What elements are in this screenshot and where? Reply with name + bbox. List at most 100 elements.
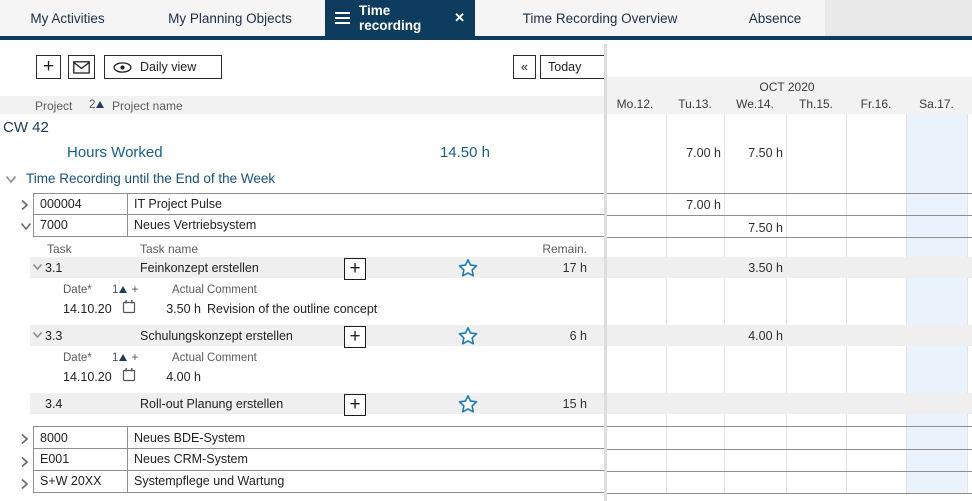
entry-actual-header: Actual (172, 284, 204, 296)
tab-label: Time recording (359, 3, 437, 33)
task-row-calendar (607, 257, 972, 278)
tabbar-filler (825, 0, 972, 36)
task-code: 3.4 (45, 397, 62, 411)
calendar-month-label: OCT 2020 (607, 80, 967, 94)
tab-my-planning-objects[interactable]: My Planning Objects (135, 0, 325, 36)
task-name: Roll-out Planung erstellen (140, 397, 283, 411)
task-day-cell: 4.00 h (726, 329, 783, 343)
chevron-right-icon[interactable] (20, 199, 29, 211)
row-border (607, 193, 972, 194)
task-remain: 17 h (520, 261, 587, 275)
task-code: 3.3 (45, 329, 62, 343)
today-label: Today (548, 60, 581, 74)
chevron-right-icon[interactable] (20, 456, 29, 468)
task-row[interactable] (30, 325, 604, 346)
add-entry-button[interactable]: + (344, 326, 366, 348)
section-label[interactable]: Time Recording until the End of the Week (26, 171, 275, 186)
row-border (607, 215, 972, 216)
favorite-star-icon[interactable] (458, 394, 478, 414)
weekend-column (906, 114, 967, 493)
hours-worked-total: 14.50 h (420, 144, 490, 161)
project-row[interactable]: 8000 Neues BDE-System (33, 426, 604, 449)
task-remain: 6 h (520, 329, 587, 343)
calendar-icon[interactable] (122, 299, 136, 314)
project-code: S+W 20XX (33, 471, 128, 492)
grid-line (724, 114, 725, 493)
week-label: CW 42 (3, 119, 49, 136)
favorite-star-icon[interactable] (458, 326, 478, 346)
add-entry-inline[interactable]: + (132, 284, 139, 296)
grid-line (666, 114, 667, 493)
tab-my-activities[interactable]: My Activities (0, 0, 135, 36)
row-border (607, 493, 972, 494)
favorite-star-icon[interactable] (458, 258, 478, 278)
day-header: Mo.12. (604, 97, 666, 111)
project-code: 8000 (33, 427, 128, 448)
task-row[interactable] (30, 393, 604, 414)
tab-label: Absence (749, 11, 802, 26)
task-code: 3.1 (45, 261, 62, 275)
project-name: Neues Vertriebsystem (128, 215, 604, 236)
chevron-down-icon[interactable] (32, 331, 43, 339)
view-mode-dropdown[interactable]: Daily view (104, 55, 222, 79)
row-border (607, 449, 972, 450)
chevron-right-icon[interactable] (20, 433, 29, 445)
sort-asc-icon (119, 354, 127, 361)
row-border (607, 471, 972, 472)
entry-comment-header: Comment (207, 352, 257, 364)
view-mode-label: Daily view (140, 60, 196, 74)
grid-line (846, 114, 847, 493)
day-header: Sa.17. (906, 97, 967, 111)
project-row[interactable]: E001 Neues CRM-System (33, 449, 604, 471)
plus-icon: + (349, 395, 360, 414)
chevron-down-icon[interactable] (32, 263, 43, 271)
task-name: Schulungskonzept erstellen (140, 329, 293, 343)
tab-absence[interactable]: Absence (725, 0, 825, 36)
task-row-calendar (607, 393, 972, 414)
project-row[interactable]: 000004 IT Project Pulse (33, 193, 604, 215)
chevron-down-icon[interactable] (5, 175, 17, 184)
add-button[interactable]: + (36, 55, 61, 79)
plus-icon: + (349, 327, 360, 346)
project-row[interactable]: 7000 Neues Vertriebsystem (33, 215, 604, 237)
add-entry-button[interactable]: + (344, 394, 366, 416)
hamburger-icon (335, 12, 350, 24)
chevron-left-double-icon: « (521, 60, 528, 74)
close-icon[interactable]: ✕ (454, 10, 465, 26)
project-row[interactable]: S+W 20XX Systempflege und Wartung (33, 471, 604, 493)
chevron-down-icon[interactable] (20, 222, 32, 231)
chevron-right-icon[interactable] (20, 478, 29, 490)
project-name: Systempflege und Wartung (128, 471, 604, 492)
task-name-column-header: Task name (140, 242, 198, 256)
grid-line (906, 114, 907, 493)
sort-asc-icon (96, 101, 104, 108)
tab-time-recording[interactable]: Time recording ✕ (325, 0, 475, 36)
day-header: Tu.13. (666, 97, 724, 111)
project-code: 000004 (33, 194, 128, 214)
eye-icon (113, 62, 132, 73)
project-name: IT Project Pulse (128, 194, 604, 214)
mail-button[interactable] (68, 55, 95, 79)
hours-worked-day-cell: 7.00 h (668, 146, 721, 160)
prev-week-button[interactable]: « (513, 55, 536, 79)
remain-column-header: Remain. (520, 242, 587, 256)
project-name: Neues BDE-System (128, 427, 604, 448)
entry-sort-indicator[interactable]: 1 + (112, 284, 138, 296)
plus-icon: + (43, 57, 54, 76)
entry-date: 14.10.20 (63, 302, 112, 316)
envelope-icon (73, 61, 90, 74)
add-entry-inline[interactable]: + (132, 352, 139, 364)
row-border (607, 426, 972, 427)
time-recording-app: My Activities My Planning Objects Time r… (0, 0, 972, 501)
entry-comment: Revision of the outline concept (207, 302, 377, 316)
sort-indicator[interactable]: 2 (89, 99, 105, 111)
add-entry-button[interactable]: + (344, 258, 366, 280)
entry-date-header: Date* (63, 284, 92, 296)
project-column-header: Project (35, 99, 72, 113)
task-row[interactable] (30, 257, 604, 278)
calendar-icon[interactable] (122, 367, 136, 382)
entry-sort-indicator[interactable]: 1 + (112, 352, 138, 364)
project-code: E001 (33, 449, 128, 470)
plus-icon: + (349, 259, 360, 278)
tab-time-recording-overview[interactable]: Time Recording Overview (475, 0, 725, 36)
